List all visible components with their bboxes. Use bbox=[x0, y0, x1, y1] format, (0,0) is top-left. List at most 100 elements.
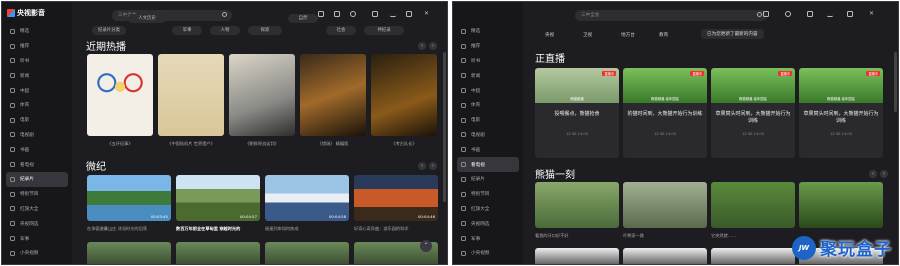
back-to-top-button[interactable]: ⌃ bbox=[420, 240, 432, 252]
close-icon[interactable]: ✕ bbox=[869, 11, 875, 17]
sidebar-item[interactable]: 特别节目 bbox=[6, 187, 68, 202]
history-icon[interactable] bbox=[350, 11, 356, 17]
next-arrow-icon[interactable]: › bbox=[429, 162, 437, 170]
poster-title: 《猎瑞》 精编版 bbox=[317, 141, 349, 146]
sidebar-item[interactable]: 央视网选 bbox=[457, 216, 519, 231]
panda-card[interactable] bbox=[535, 182, 619, 228]
poster-card[interactable] bbox=[87, 54, 153, 136]
sidebar-item[interactable]: 军事 bbox=[457, 231, 519, 246]
poster-card[interactable] bbox=[300, 54, 366, 136]
sidebar-item[interactable]: 电影 bbox=[6, 113, 68, 128]
panda-card[interactable] bbox=[711, 182, 795, 228]
sidebar-item[interactable]: 精选 bbox=[6, 24, 68, 39]
category-chip[interactable]: 纪录片分类 bbox=[92, 26, 126, 35]
sidebar-item[interactable]: 看电视 bbox=[457, 157, 519, 172]
poster-card[interactable] bbox=[229, 54, 295, 136]
panda-card-partial[interactable] bbox=[711, 248, 795, 264]
video-thumbnail: 00:04:46 bbox=[354, 175, 438, 221]
category-chip[interactable]: 社会 bbox=[326, 26, 356, 35]
next-arrow-icon[interactable]: › bbox=[880, 170, 888, 178]
prev-arrow-icon[interactable]: ‹ bbox=[869, 170, 877, 178]
sidebar-item[interactable]: 电影 bbox=[457, 113, 519, 128]
sidebar-item[interactable]: 新闻 bbox=[6, 68, 68, 83]
sidebar-item[interactable]: 红旗大全 bbox=[6, 202, 68, 217]
sidebar-item[interactable]: 电视剧 bbox=[457, 128, 519, 143]
video-thumbnail bbox=[265, 242, 349, 264]
refresh-icon[interactable] bbox=[318, 11, 324, 17]
prev-arrow-icon[interactable]: ‹ bbox=[418, 42, 426, 50]
sidebar-item[interactable]: 推荐 bbox=[6, 39, 68, 54]
maximize-icon[interactable] bbox=[406, 11, 412, 17]
video-card-partial[interactable] bbox=[176, 242, 260, 264]
panda-card[interactable] bbox=[799, 182, 883, 228]
channel-tab[interactable]: 教育 bbox=[659, 32, 668, 38]
sidebar-item[interactable]: 央视网选 bbox=[6, 216, 68, 231]
category-chip[interactable]: 军事 bbox=[172, 26, 202, 35]
painting-icon bbox=[10, 147, 15, 153]
watermark-text: 聚玩盒子 bbox=[820, 240, 892, 260]
scrollbar[interactable] bbox=[894, 52, 897, 112]
channel-tab[interactable]: 央视 bbox=[545, 32, 554, 38]
sidebar-item[interactable]: 推荐 bbox=[457, 39, 519, 54]
video-card-partial[interactable] bbox=[265, 242, 349, 264]
bookmark-icon[interactable] bbox=[334, 11, 340, 17]
video-icon bbox=[10, 250, 15, 256]
poster-card[interactable] bbox=[158, 54, 224, 136]
sidebar-item[interactable]: 小央视频 bbox=[6, 246, 68, 261]
sidebar-item[interactable]: 特别节目 bbox=[457, 187, 519, 202]
sidebar-item[interactable]: 中超 bbox=[457, 83, 519, 98]
channel-tab[interactable]: 地方台 bbox=[621, 32, 635, 38]
next-arrow-icon[interactable]: › bbox=[429, 42, 437, 50]
sidebar-item[interactable]: 纪录片 bbox=[6, 171, 68, 187]
sidebar-item[interactable]: 中超 bbox=[6, 83, 68, 98]
scrollbar[interactable] bbox=[443, 52, 446, 202]
sidebar-item[interactable]: 红旗大全 bbox=[457, 202, 519, 217]
panda-card-partial[interactable] bbox=[535, 248, 619, 264]
minimize-icon[interactable] bbox=[827, 11, 833, 17]
video-card[interactable]: 00:03:45 bbox=[87, 175, 171, 221]
sidebar-item[interactable]: 新闻 bbox=[457, 68, 519, 83]
sidebar-item[interactable]: 听书 bbox=[457, 54, 519, 69]
minimize-icon[interactable] bbox=[390, 11, 396, 17]
category-chip[interactable]: 人物 bbox=[210, 26, 240, 35]
category-chip[interactable]: 神纪录 bbox=[364, 26, 404, 35]
video-card-partial[interactable] bbox=[87, 242, 171, 264]
search-icon[interactable] bbox=[757, 12, 762, 17]
sidebar-item[interactable]: 军事 bbox=[6, 231, 68, 246]
video-card[interactable]: 00:04:57 bbox=[176, 175, 260, 221]
sidebar-item[interactable]: 体育 bbox=[457, 98, 519, 113]
search-icon[interactable] bbox=[222, 12, 227, 17]
sidebar-item[interactable]: 书画 bbox=[6, 142, 68, 157]
sidebar-item[interactable]: 听书 bbox=[6, 54, 68, 69]
video-card[interactable]: 00:04:46 bbox=[354, 175, 438, 221]
history-icon[interactable] bbox=[785, 11, 791, 17]
category-chip[interactable]: 自然 bbox=[288, 14, 318, 23]
category-chip[interactable]: 探索 bbox=[248, 26, 282, 35]
maximize-icon[interactable] bbox=[847, 11, 853, 17]
live-card[interactable]: 直播中 熊猫频道 投喂餐点，熊猫抢食 12:30-14:00 bbox=[535, 68, 619, 158]
news-icon bbox=[461, 73, 466, 79]
window-icon[interactable] bbox=[807, 11, 813, 17]
prev-arrow-icon[interactable]: ‹ bbox=[418, 162, 426, 170]
sidebar-item[interactable]: 小央视频 bbox=[457, 246, 519, 261]
panda-card-partial[interactable] bbox=[623, 248, 707, 264]
channel-tab[interactable]: 卫视 bbox=[583, 32, 592, 38]
sidebar-item[interactable]: 看电视 bbox=[6, 157, 68, 172]
app-logo[interactable]: 央视影音 bbox=[7, 8, 45, 18]
sidebar-item[interactable]: 电视剧 bbox=[6, 128, 68, 143]
search-input[interactable]: 三中全会 bbox=[575, 10, 767, 21]
sidebar-item[interactable]: 书画 bbox=[457, 142, 519, 157]
poster-card[interactable] bbox=[371, 54, 437, 136]
category-chip[interactable]: 人文历史 bbox=[128, 14, 166, 23]
sidebar-item[interactable]: 精选 bbox=[457, 24, 519, 39]
live-card[interactable]: 直播中 熊猫频道-幼年园区 草果窝头时间到，大熊猫开始行为训练 12:30-14:00 bbox=[711, 68, 795, 158]
live-card[interactable]: 直播中 熊猫频道-幼年园区 豹猫时间到，大熊猫开始行为训练 12:30-14:00 bbox=[623, 68, 707, 158]
close-icon[interactable]: ✕ bbox=[424, 11, 430, 17]
bookmark-icon[interactable] bbox=[763, 11, 769, 17]
panda-card[interactable] bbox=[623, 182, 707, 228]
sidebar-item[interactable]: 纪录片 bbox=[457, 172, 519, 187]
live-card[interactable]: 直播中 熊猫频道-幼年园区 草果窝头时间到，大熊猫开始行为训练 12:30-14:00 bbox=[799, 68, 883, 158]
window-icon[interactable] bbox=[372, 11, 378, 17]
sidebar-item[interactable]: 体育 bbox=[6, 98, 68, 113]
video-card[interactable]: 00:04:58 bbox=[265, 175, 349, 221]
